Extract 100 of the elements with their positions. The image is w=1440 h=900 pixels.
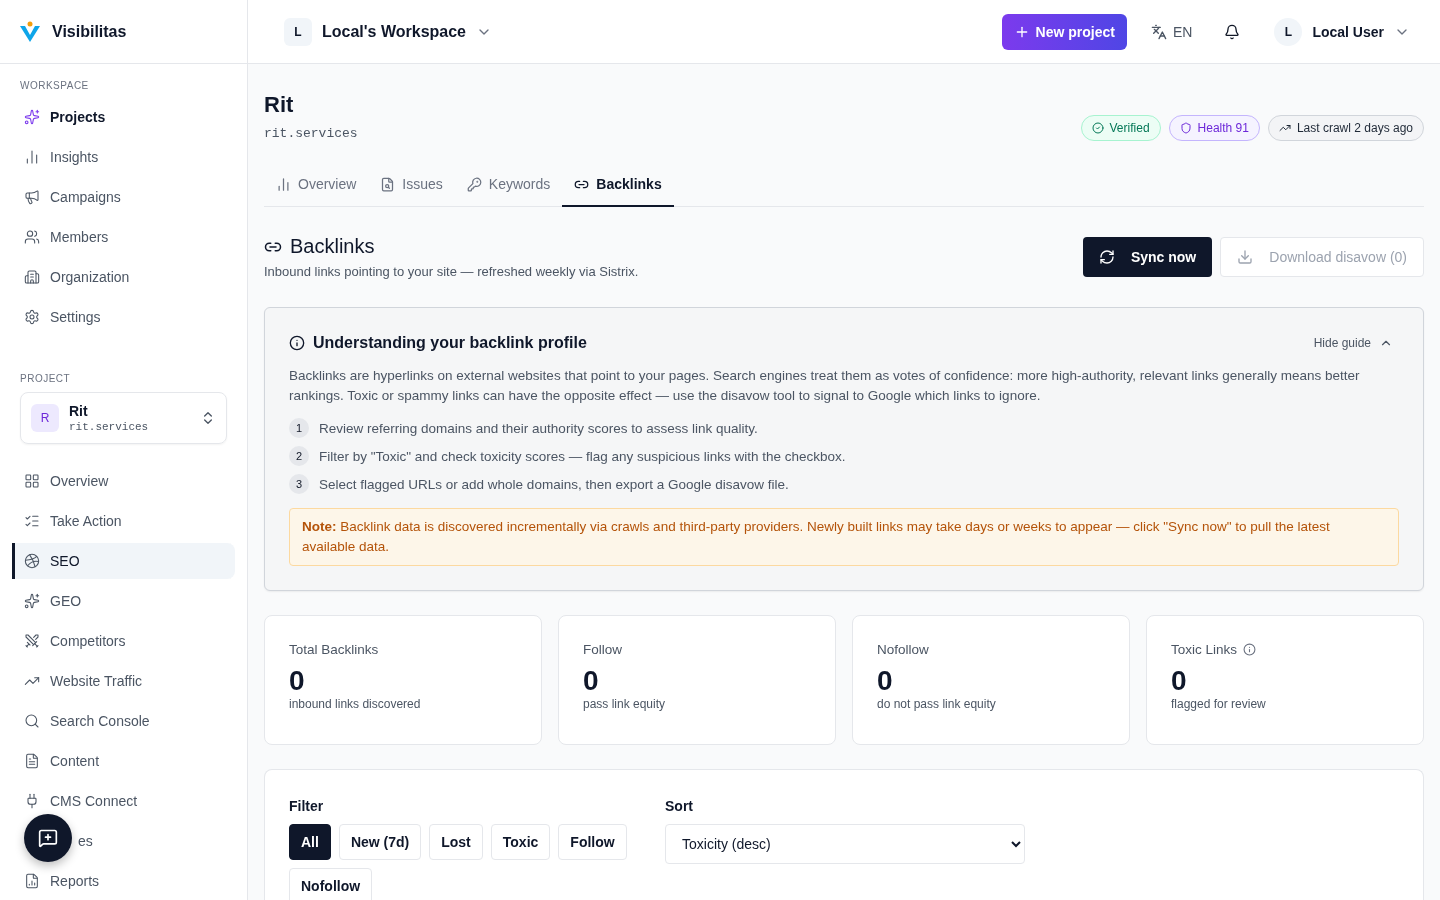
- nav-item[interactable]: Settings: [12, 299, 235, 335]
- bar-chart-icon: [24, 149, 40, 165]
- nav-item[interactable]: Content: [12, 743, 235, 779]
- chat-button[interactable]: [24, 814, 72, 862]
- stat-label: Toxic Links: [1171, 642, 1238, 657]
- nav-item[interactable]: Insights: [12, 139, 235, 175]
- section-subtitle: Inbound links pointing to your site — refreshed weekly via Sistrix.: [264, 264, 639, 279]
- filter-chip[interactable]: New (7d): [338, 824, 422, 860]
- users-icon: [24, 229, 40, 245]
- project-domain: rit.services: [69, 421, 150, 433]
- project-title: Rit: [264, 92, 295, 118]
- project-domain: rit.services: [264, 126, 358, 141]
- download-icon: [1237, 249, 1254, 265]
- stat-caption: inbound links discovered: [289, 697, 422, 711]
- sync-button[interactable]: Sync now: [1082, 237, 1213, 277]
- stat-label: Total Backlinks: [289, 642, 379, 657]
- stat-value: 0: [583, 665, 600, 697]
- tab[interactable]: Keywords: [454, 163, 563, 207]
- bar-chart-icon: [276, 176, 291, 192]
- report-icon: [24, 873, 40, 889]
- building-icon: [24, 269, 40, 285]
- status-badge: Verified: [1080, 115, 1161, 141]
- sort-select[interactable]: Toxicity (desc): [665, 824, 1025, 864]
- stat-caption: do not pass link equity: [877, 697, 997, 711]
- nav-item[interactable]: SEO: [12, 543, 235, 579]
- nav-item[interactable]: CMS Connect: [12, 783, 235, 819]
- nav-item[interactable]: GEO: [12, 583, 235, 619]
- plug-icon: [24, 793, 40, 809]
- stat-caption: pass link equity: [583, 697, 667, 711]
- step-number: 2: [289, 446, 309, 466]
- filter-label: Filter: [289, 798, 325, 814]
- tab[interactable]: Issues: [368, 163, 455, 207]
- nav-item[interactable]: Website Traffic: [12, 663, 235, 699]
- translate-icon: [1150, 23, 1167, 40]
- filter-chip[interactable]: Follow: [558, 824, 627, 860]
- check-circle-icon: [1091, 122, 1104, 134]
- checklist-icon: [24, 513, 40, 529]
- filter-chip[interactable]: Lost: [429, 824, 483, 860]
- section-title: PROJECT: [19, 372, 72, 386]
- settings-icon: [24, 309, 40, 325]
- trend-icon: [1278, 122, 1291, 134]
- project-switcher[interactable]: R Rit rit.services: [20, 392, 227, 444]
- project-name: Rit: [69, 403, 89, 419]
- file-search-icon: [380, 176, 396, 192]
- step-number: 3: [289, 474, 309, 494]
- bell-icon: [1224, 23, 1241, 40]
- swords-icon: [24, 633, 40, 649]
- brand-name: Visibilitas: [52, 22, 127, 41]
- tab[interactable]: Overview: [264, 163, 369, 207]
- key-icon: [466, 176, 482, 192]
- nav-item[interactable]: Competitors: [12, 623, 235, 659]
- section-title: WORKSPACE: [19, 79, 90, 93]
- user-avatar: L: [1274, 17, 1303, 46]
- document-icon: [24, 753, 40, 769]
- search-icon: [24, 713, 40, 729]
- user-menu[interactable]: L Local User: [1274, 17, 1416, 46]
- workspace-switcher[interactable]: L Local's Workspace: [284, 17, 492, 46]
- step-text: Select flagged URLs or add whole domains, then export a Google disavow file.: [319, 476, 789, 492]
- nav-item[interactable]: Reports: [12, 863, 235, 899]
- note-text: Note: Backlink data is discovered incrementally via crawls and third-party providers. Newly built links may take days or weeks to appear — click "Sync now" to pull the latest available data.: [289, 508, 1399, 566]
- nav-item[interactable]: Projects: [12, 99, 235, 135]
- nav-item[interactable]: Take Action: [12, 503, 235, 539]
- filter-chip[interactable]: Nofollow: [289, 868, 373, 900]
- megaphone-icon: [24, 189, 40, 205]
- info-icon: [289, 335, 305, 351]
- guide-title: Understanding your backlink profile: [313, 334, 587, 352]
- nav-item[interactable]: Search Console: [12, 703, 235, 739]
- tab[interactable]: Backlinks: [562, 163, 674, 207]
- refresh-icon: [1098, 249, 1115, 265]
- hide-guide-button[interactable]: Hide guide: [1307, 335, 1399, 351]
- language-button[interactable]: EN: [1142, 19, 1201, 44]
- workspace-avatar: L: [284, 17, 312, 46]
- stat-label: Nofollow: [877, 642, 929, 657]
- new-project-button[interactable]: New project: [1001, 13, 1127, 50]
- stat-label: Follow: [583, 642, 622, 657]
- nav-item[interactable]: Overview: [12, 463, 235, 499]
- logo-icon: [18, 19, 42, 44]
- step-number: 1: [289, 418, 309, 438]
- stat-value: 0: [1171, 665, 1188, 697]
- section-title: Backlinks: [290, 235, 375, 258]
- nav-item[interactable]: Organization: [12, 259, 235, 295]
- stat-value: 0: [877, 665, 894, 697]
- sort-label: Sort: [665, 798, 694, 814]
- status-badge: Health 91: [1168, 115, 1260, 141]
- step-text: Review referring domains and their authority scores to assess link quality.: [319, 420, 758, 436]
- nav-item[interactable]: Campaigns: [12, 179, 235, 215]
- sparkles-icon: [24, 109, 40, 125]
- stat-caption: flagged for review: [1171, 697, 1267, 711]
- nav-item[interactable]: Members: [12, 219, 235, 255]
- stat-value: 0: [289, 665, 306, 697]
- step-text: Filter by "Toxic" and check toxicity scores — flag any suspicious links with the checkbox.: [319, 448, 846, 464]
- shield-icon: [1179, 122, 1192, 134]
- sparkles-icon: [24, 593, 40, 609]
- project-avatar: R: [31, 404, 59, 432]
- grid-icon: [24, 473, 40, 489]
- nav-item[interactable]: es: [12, 823, 235, 859]
- filter-chip[interactable]: Toxic: [490, 824, 551, 860]
- filter-chip[interactable]: All: [289, 824, 331, 860]
- guide-text: Backlinks are hyperlinks on external websites that point to your pages. Search engines treat them as votes of confidence: more high-authority, relevant links generally means better rankings. Toxic or spammy links can have the opposite effect — use the disavow tool to signal to Google which links to ignore.: [289, 367, 1361, 405]
- status-badge: Last crawl 2 days ago: [1267, 115, 1424, 141]
